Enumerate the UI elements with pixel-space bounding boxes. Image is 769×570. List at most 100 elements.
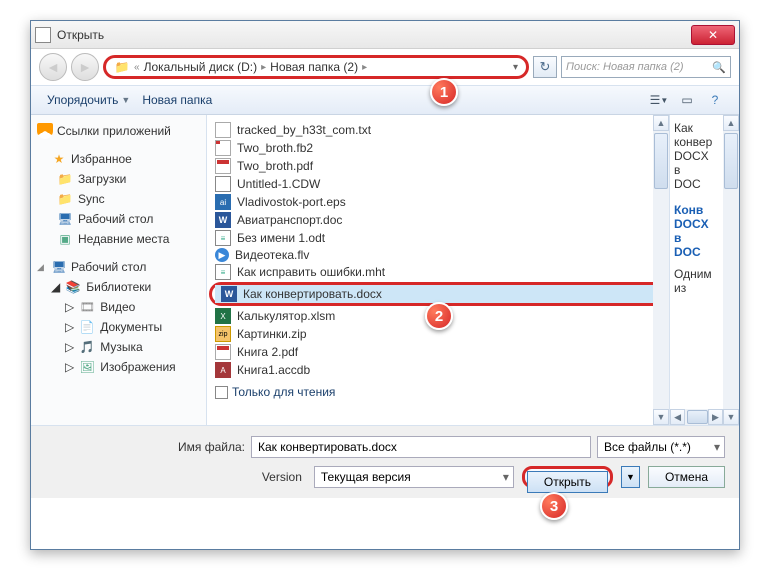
version-label: Version xyxy=(262,470,302,484)
sidebar-app-links[interactable]: Ссылки приложений xyxy=(35,121,202,141)
fb2-icon xyxy=(215,140,231,156)
file-row[interactable]: ▶Видеотека.flv xyxy=(209,247,667,263)
expand-icon[interactable]: ▷ xyxy=(65,300,74,314)
library-icon: 📚 xyxy=(65,279,81,295)
scroll-down-icon[interactable]: ▼ xyxy=(653,409,669,425)
cancel-button[interactable]: Отмена xyxy=(648,466,725,488)
forward-button[interactable]: ► xyxy=(71,53,99,81)
new-folder-button[interactable]: Новая папка xyxy=(136,91,218,109)
scroll-left-icon[interactable]: ◀ xyxy=(670,409,685,425)
sidebar-item-video[interactable]: ▷🎞Видео xyxy=(35,297,202,317)
folder-icon: 📁 xyxy=(57,171,73,187)
flv-icon: ▶ xyxy=(215,248,229,262)
scroll-thumb[interactable] xyxy=(654,133,668,189)
expand-icon[interactable]: ▷ xyxy=(65,340,74,354)
close-button[interactable]: ✕ xyxy=(691,25,735,45)
folder-icon: 📁 xyxy=(114,59,130,75)
chevron-icon: « xyxy=(134,62,140,73)
search-icon: 🔍 xyxy=(712,61,726,74)
preview-scrollbar-v[interactable]: ▲ ▼ xyxy=(723,115,739,425)
preview-scrollbar-h[interactable]: ◀ ▶ xyxy=(670,409,723,425)
breadcrumb-seg-folder[interactable]: Новая папка (2) xyxy=(270,60,358,74)
file-row[interactable]: Untitled-1.CDW xyxy=(209,175,667,193)
file-scrollbar[interactable]: ▲ ▼ xyxy=(653,115,669,425)
annotation-badge-2: 2 xyxy=(425,302,453,330)
folder-icon: 📁 xyxy=(57,191,73,207)
back-button[interactable]: ◄ xyxy=(39,53,67,81)
pdf-icon xyxy=(215,344,231,360)
toolbar: Упорядочить▼ Новая папка ☰▼ ▭ ? xyxy=(31,85,739,115)
open-button[interactable]: Открыть xyxy=(527,471,608,493)
scroll-thumb[interactable] xyxy=(687,410,708,424)
star-icon: ★ xyxy=(51,151,67,167)
expand-icon[interactable]: ◢ xyxy=(51,280,60,294)
sidebar-item-downloads[interactable]: 📁Загрузки xyxy=(35,169,202,189)
file-row[interactable]: aiVladivostok-port.eps xyxy=(209,193,667,211)
sidebar-item-music[interactable]: ▷🎵Музыка xyxy=(35,337,202,357)
help-button[interactable]: ? xyxy=(701,89,729,111)
breadcrumb-seg-drive[interactable]: Локальный диск (D:) xyxy=(144,60,258,74)
txt-icon xyxy=(215,122,231,138)
file-row[interactable]: Two_broth.fb2 xyxy=(209,139,667,157)
file-row[interactable]: WАвиатранспорт.doc xyxy=(209,211,667,229)
scroll-up-icon[interactable]: ▲ xyxy=(653,115,669,131)
file-row[interactable]: Two_broth.pdf xyxy=(209,157,667,175)
view-menu[interactable]: ☰▼ xyxy=(645,89,673,111)
sidebar-favorites[interactable]: ★Избранное xyxy=(35,149,202,169)
organize-menu[interactable]: Упорядочить▼ xyxy=(41,91,136,109)
filename-label: Имя файла: xyxy=(45,440,245,454)
search-input[interactable]: Поиск: Новая папка (2) 🔍 xyxy=(561,56,731,78)
sidebar-item-images[interactable]: ▷🖼Изображения xyxy=(35,357,202,377)
sidebar-desktop-group[interactable]: ◢🖥Рабочий стол xyxy=(35,257,202,277)
file-row[interactable]: ≡Без имени 1.odt xyxy=(209,229,667,247)
sidebar-item-recent[interactable]: ▣Недавние места xyxy=(35,229,202,249)
dropdown-icon[interactable]: ▾ xyxy=(513,62,518,73)
refresh-button[interactable]: ↻ xyxy=(533,56,557,78)
sidebar: Ссылки приложений ★Избранное 📁Загрузки 📁… xyxy=(31,115,207,425)
expand-icon[interactable]: ◢ xyxy=(37,262,47,273)
file-filter-combo[interactable]: Все файлы (*.*) xyxy=(597,436,725,458)
image-icon: 🖼 xyxy=(79,359,95,375)
open-dropdown[interactable]: ▼ xyxy=(621,466,640,488)
breadcrumb[interactable]: 📁 « Локальный диск (D:) ▸ Новая папка (2… xyxy=(103,55,529,79)
odt-icon: ≡ xyxy=(215,230,231,246)
scroll-up-icon[interactable]: ▲ xyxy=(723,115,739,131)
chevron-right-icon: ▸ xyxy=(261,62,266,73)
sidebar-item-documents[interactable]: ▷📄Документы xyxy=(35,317,202,337)
version-combo[interactable]: Текущая версия xyxy=(314,466,514,488)
file-row[interactable]: AКнига1.accdb xyxy=(209,361,667,379)
expand-icon[interactable]: ▷ xyxy=(65,360,74,374)
sidebar-item-sync[interactable]: 📁Sync xyxy=(35,189,202,209)
titlebar[interactable]: Открыть ✕ xyxy=(31,21,739,49)
preview-pane: Как конвер DOCX в DOC Конв DOCX в DOC Од… xyxy=(669,115,739,425)
expand-icon[interactable]: ▷ xyxy=(65,320,74,334)
docx-icon: W xyxy=(221,286,237,302)
window-title: Открыть xyxy=(57,28,691,42)
sidebar-item-desktop[interactable]: 🖥Рабочий стол xyxy=(35,209,202,229)
sidebar-item-libraries[interactable]: ◢📚Библиотеки xyxy=(35,277,202,297)
readonly-checkbox[interactable]: Только для чтения xyxy=(215,385,667,399)
filename-input[interactable] xyxy=(251,436,591,458)
file-list[interactable]: tracked_by_h33t_com.txt Two_broth.fb2 Tw… xyxy=(207,115,669,425)
annotation-badge-3: 3 xyxy=(540,492,568,520)
cdw-icon xyxy=(215,176,231,192)
music-icon: 🎵 xyxy=(79,339,95,355)
scroll-thumb[interactable] xyxy=(724,133,738,189)
bottom-panel: Имя файла: Все файлы (*.*) Version Текущ… xyxy=(31,425,739,498)
file-row[interactable]: Книга 2.pdf xyxy=(209,343,667,361)
desktop-icon: 🖥 xyxy=(57,211,73,227)
scroll-down-icon[interactable]: ▼ xyxy=(723,409,739,425)
app-icon xyxy=(35,27,51,43)
open-button-highlight: Открыть xyxy=(522,466,613,488)
pdf-icon xyxy=(215,158,231,174)
file-row[interactable]: ≡Как исправить ошибки.mht xyxy=(209,263,667,281)
checkbox-icon[interactable] xyxy=(215,386,228,399)
chevron-right-icon: ▸ xyxy=(362,62,367,73)
file-row[interactable]: tracked_by_h33t_com.txt xyxy=(209,121,667,139)
scroll-right-icon[interactable]: ▶ xyxy=(708,409,723,425)
preview-toggle[interactable]: ▭ xyxy=(673,89,701,111)
vlc-icon xyxy=(37,123,53,139)
doc-icon: W xyxy=(215,212,231,228)
document-icon: 📄 xyxy=(79,319,95,335)
accdb-icon: A xyxy=(215,362,231,378)
